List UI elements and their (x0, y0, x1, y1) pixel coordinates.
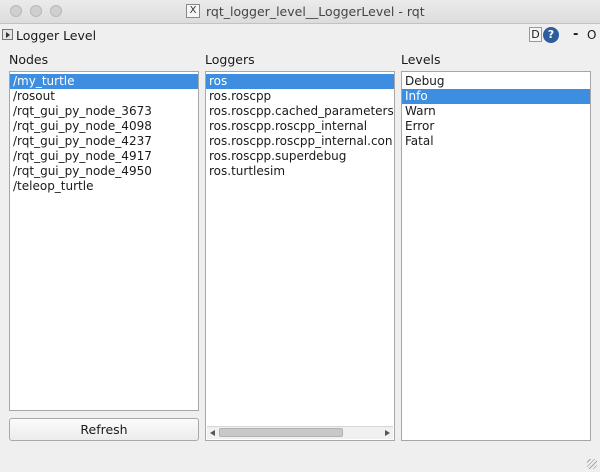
levels-list[interactable]: Debug Info Warn Error Fatal (401, 71, 591, 441)
logger-list-item[interactable]: ros.roscpp.cached_parameters (206, 104, 394, 119)
node-list-item[interactable]: /rqt_gui_py_node_3673 (10, 104, 198, 119)
x-window-icon: X (186, 4, 200, 18)
node-list-item[interactable]: /rqt_gui_py_node_4917 (10, 149, 198, 164)
title-bar: X rqt_logger_level__LoggerLevel - rqt (0, 0, 600, 24)
horizontal-scrollbar[interactable] (207, 426, 393, 439)
node-list-item[interactable]: /rqt_gui_py_node_4237 (10, 134, 198, 149)
nodes-label: Nodes (9, 52, 49, 67)
node-list-item[interactable]: /teleop_turtle (10, 179, 198, 194)
node-list-item[interactable]: /rosout (10, 89, 198, 104)
plugin-title: Logger Level (16, 28, 97, 43)
level-list-item[interactable]: Debug (402, 74, 590, 89)
logger-list-item[interactable]: ros.roscpp.superdebug (206, 149, 394, 164)
loggers-label: Loggers (205, 52, 255, 67)
loggers-list[interactable]: ros ros.roscpp ros.roscpp.cached_parameter… (205, 71, 395, 441)
logger-list-item[interactable]: ros (206, 74, 394, 89)
minimize-window-button[interactable] (30, 5, 42, 17)
scroll-left-icon[interactable] (210, 430, 215, 436)
refresh-button[interactable]: Refresh (9, 418, 199, 441)
minimize-plugin-button[interactable]: - (573, 27, 578, 42)
node-list-item[interactable]: /rqt_gui_py_node_4098 (10, 119, 198, 134)
level-list-item[interactable]: Info (402, 89, 590, 104)
levels-label: Levels (401, 52, 441, 67)
node-list-item[interactable]: /my_turtle (10, 74, 198, 89)
level-list-item[interactable]: Error (402, 119, 590, 134)
window-title: rqt_logger_level__LoggerLevel - rqt (206, 4, 425, 19)
scroll-right-icon[interactable] (385, 430, 390, 436)
help-icon[interactable]: ? (543, 27, 559, 43)
dock-button[interactable]: D (529, 27, 542, 42)
logger-list-item[interactable]: ros.turtlesim (206, 164, 394, 179)
logger-list-item[interactable]: ros.roscpp (206, 89, 394, 104)
node-list-item[interactable]: /rqt_gui_py_node_4950 (10, 164, 198, 179)
level-list-item[interactable]: Fatal (402, 134, 590, 149)
zoom-window-button[interactable] (50, 5, 62, 17)
logger-list-item[interactable]: ros.roscpp.roscpp_internal (206, 119, 394, 134)
close-plugin-button[interactable]: O (587, 28, 596, 42)
level-list-item[interactable]: Warn (402, 104, 590, 119)
nodes-list[interactable]: /my_turtle/rosout/rqt_gui_py_node_3673/r… (9, 71, 199, 411)
logger-list-item[interactable]: ros.roscpp.roscpp_internal.con (206, 134, 394, 149)
plugin-icon (2, 29, 13, 40)
resize-grip-icon[interactable] (587, 459, 597, 469)
close-window-button[interactable] (10, 5, 22, 17)
scrollbar-thumb[interactable] (219, 428, 343, 437)
